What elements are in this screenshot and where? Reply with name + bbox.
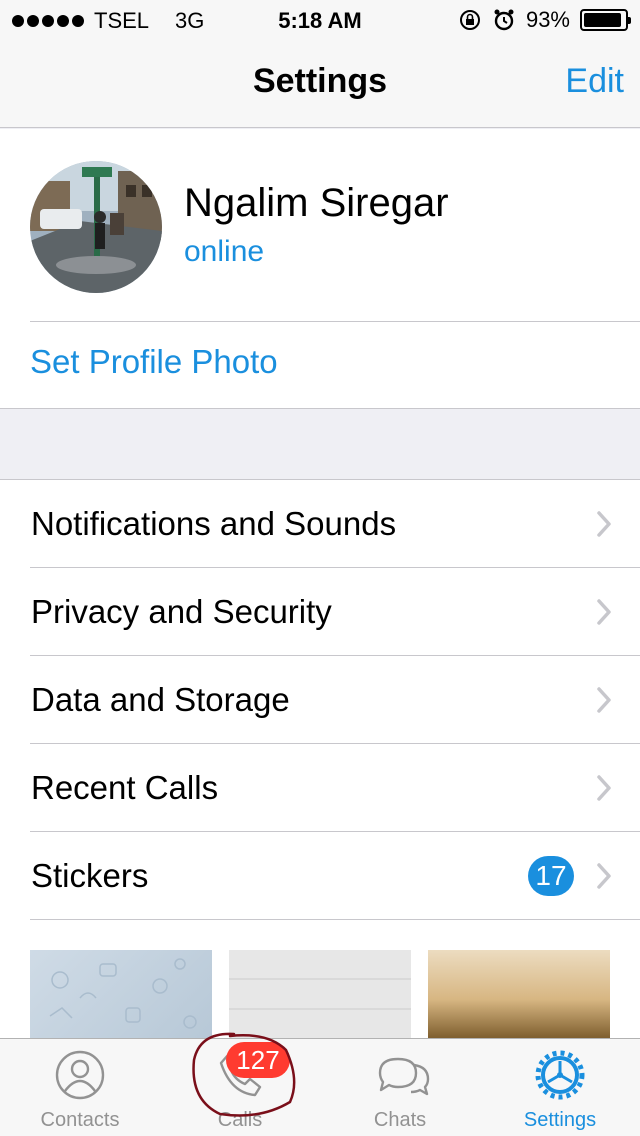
- profile-name: Ngalim Siregar: [184, 181, 449, 225]
- menu-item-data-storage[interactable]: Data and Storage: [0, 656, 640, 744]
- chevron-right-icon: [597, 687, 611, 713]
- status-right: 93%: [458, 7, 631, 33]
- profile-status: online: [184, 235, 265, 268]
- tab-contacts[interactable]: Contacts: [0, 1039, 160, 1136]
- tab-bar: Contacts Calls Chats Settings 127: [0, 1038, 640, 1136]
- menu-item-notifications-sounds[interactable]: Notifications and Sounds: [0, 480, 640, 568]
- menu-item-label: Stickers: [31, 857, 149, 894]
- edit-button[interactable]: Edit: [565, 62, 624, 101]
- stickers-count-badge: 17: [528, 856, 574, 896]
- chevron-right-icon: [597, 863, 611, 889]
- alarm-icon: [494, 9, 514, 31]
- battery-icon: [580, 9, 631, 31]
- menu-item-label: Recent Calls: [31, 769, 219, 806]
- navigation-bar: Settings Edit: [0, 40, 640, 128]
- wallpaper-thumbnails: [0, 950, 640, 1040]
- set-profile-photo-button[interactable]: Set Profile Photo: [30, 343, 278, 381]
- gear-icon: [535, 1050, 585, 1100]
- divider: [30, 321, 640, 322]
- rotation-lock-icon: [459, 10, 480, 30]
- chevron-right-icon: [597, 599, 611, 625]
- doodle-pattern: [49, 958, 197, 1029]
- chevron-right-icon: [597, 511, 611, 537]
- page-title: Settings: [252, 62, 388, 100]
- menu-item-stickers[interactable]: Stickers 17: [0, 832, 640, 920]
- settings-menu: Notifications and Sounds Privacy and Sec…: [0, 479, 640, 1040]
- wallpaper-thumbnail-pattern[interactable]: [30, 950, 212, 1040]
- avatar[interactable]: [30, 161, 162, 293]
- menu-item-label: Data and Storage: [31, 681, 290, 718]
- tab-chats[interactable]: Chats: [320, 1039, 480, 1136]
- menu-item-label: Privacy and Security: [31, 593, 332, 630]
- chats-icon: [378, 1057, 430, 1096]
- profile-section: Ngalim Siregar online Set Profile Photo: [0, 129, 640, 409]
- menu-item-label: Notifications and Sounds: [31, 505, 397, 542]
- menu-item-recent-calls[interactable]: Recent Calls: [0, 744, 640, 832]
- tab-label: Settings: [523, 1109, 597, 1131]
- tab-label: Chats: [373, 1109, 427, 1131]
- annotation-circle: [192, 1032, 296, 1117]
- contacts-icon: [55, 1050, 105, 1100]
- menu-item-privacy-security[interactable]: Privacy and Security: [0, 568, 640, 656]
- chevron-right-icon: [597, 775, 611, 801]
- battery-percentage: 93%: [525, 7, 570, 32]
- row-separator: [30, 919, 640, 920]
- wallpaper-thumbnail-wood[interactable]: [229, 950, 411, 1040]
- status-bar: TSEL 3G 5:18 AM 93%: [0, 0, 640, 40]
- tab-settings[interactable]: Settings: [480, 1039, 640, 1136]
- avatar-photo: [30, 161, 162, 293]
- tab-label: Contacts: [40, 1109, 120, 1131]
- wallpaper-thumbnail-landscape[interactable]: [428, 950, 610, 1040]
